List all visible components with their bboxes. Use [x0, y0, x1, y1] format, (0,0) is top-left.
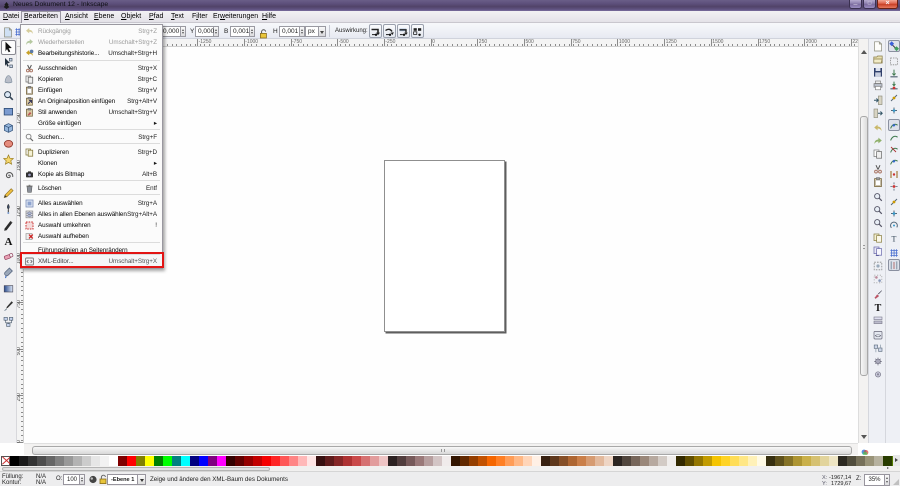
svg-text:<>: <>: [875, 333, 881, 339]
svg-text:T: T: [891, 234, 896, 243]
svg-text:A: A: [5, 236, 13, 247]
svg-text:T: T: [875, 303, 882, 313]
